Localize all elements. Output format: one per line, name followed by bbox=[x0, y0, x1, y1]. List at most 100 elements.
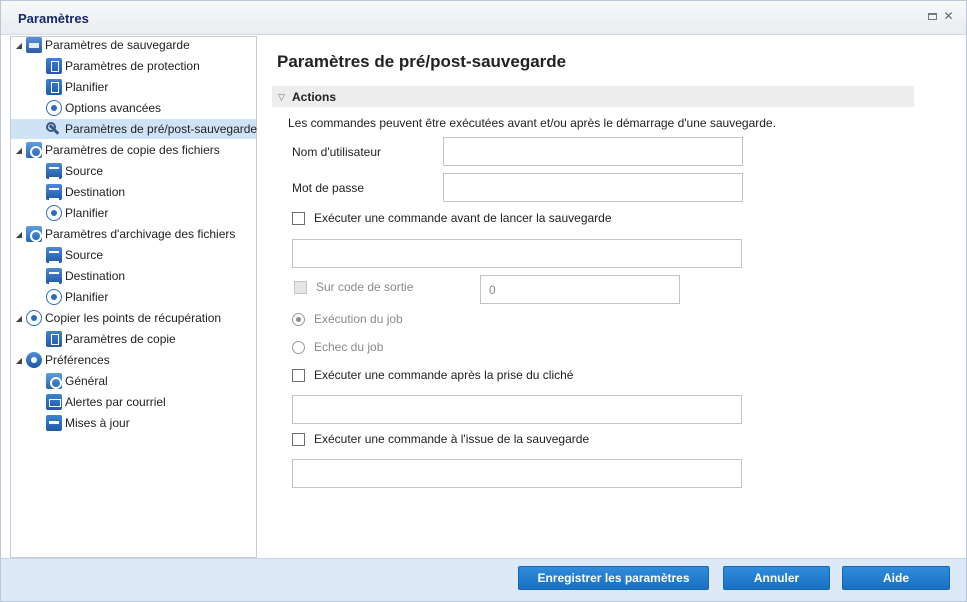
tree-node-label: Paramètres de sauvegarde bbox=[45, 38, 190, 52]
run-job-radio[interactable] bbox=[292, 312, 305, 326]
username-field[interactable] bbox=[443, 137, 743, 166]
run-job-label: Exécution du job bbox=[314, 312, 403, 326]
cancel-button[interactable]: Annuler bbox=[723, 566, 830, 590]
cmd-before-field[interactable] bbox=[292, 239, 742, 268]
expand-triangle-icon[interactable]: ◢ bbox=[14, 314, 24, 323]
file-archive-icon bbox=[26, 226, 42, 242]
tree-item-pre-post-backup[interactable]: Paramètres de pré/post-sauvegarde bbox=[11, 119, 258, 139]
expand-triangle-icon[interactable]: ◢ bbox=[14, 356, 24, 365]
exit-code-label: Sur code de sortie bbox=[316, 280, 414, 294]
cmd-after-backup-field[interactable] bbox=[292, 459, 742, 488]
file-copy-icon bbox=[26, 142, 42, 158]
tree-node-label: Préférences bbox=[45, 353, 110, 367]
schedule-icon bbox=[46, 205, 62, 221]
tree-item-label: Source bbox=[65, 164, 104, 178]
fail-job-option[interactable]: Echec du job bbox=[292, 340, 383, 354]
tree-item-general[interactable]: Général bbox=[46, 371, 108, 391]
tree-item-label: Source bbox=[65, 248, 104, 262]
preferences-icon bbox=[26, 352, 42, 368]
tree-item-label: Paramètres de pré/post-sauvegarde bbox=[65, 122, 258, 136]
cmd-after-snapshot-label: Exécuter une commande après la prise du … bbox=[314, 368, 574, 382]
tree-node-label: Copier les points de récupération bbox=[45, 311, 222, 325]
section-label: Actions bbox=[292, 89, 337, 104]
tree-item-destination[interactable]: Destination bbox=[46, 182, 125, 202]
username-label: Nom d'utilisateur bbox=[292, 145, 381, 159]
tree-item-label: Général bbox=[65, 374, 108, 388]
source-icon bbox=[46, 247, 62, 263]
destination-icon bbox=[46, 184, 62, 200]
settings-panel: Paramètres de pré/post-sauvegarde ▽ Acti… bbox=[258, 36, 958, 558]
tree-item-label: Planifier bbox=[65, 290, 109, 304]
schedule-icon bbox=[46, 79, 62, 95]
actions-section-header[interactable]: ▽ Actions bbox=[272, 86, 914, 107]
tree-item-label: Destination bbox=[65, 185, 126, 199]
exit-code-row[interactable]: Sur code de sortie bbox=[294, 280, 413, 294]
destination-icon bbox=[46, 268, 62, 284]
tree-item-label: Paramètres de protection bbox=[65, 59, 200, 73]
fail-job-label: Echec du job bbox=[314, 340, 384, 354]
cmd-after-snapshot-row[interactable]: Exécuter une commande après la prise du … bbox=[292, 368, 573, 382]
cmd-after-snapshot-checkbox[interactable] bbox=[292, 368, 305, 382]
general-icon bbox=[46, 373, 62, 389]
tree-node-file-archive[interactable]: ◢ Paramètres d'archivage des fichiers bbox=[14, 224, 235, 244]
cmd-before-label: Exécuter une commande avant de lancer la… bbox=[314, 211, 612, 225]
tree-node-backup-settings[interactable]: ◢ Paramètres de sauvegarde bbox=[14, 35, 190, 55]
wrench-icon bbox=[46, 121, 62, 137]
tree-item-source[interactable]: Source bbox=[46, 245, 103, 265]
page-title: Paramètres de pré/post-sauvegarde bbox=[277, 52, 567, 71]
tree-node-label: Paramètres de copie des fichiers bbox=[45, 143, 220, 157]
tree-item-label: Planifier bbox=[65, 206, 109, 220]
tree-node-label: Paramètres d'archivage des fichiers bbox=[45, 227, 236, 241]
cmd-after-backup-checkbox[interactable] bbox=[292, 432, 305, 446]
tree-item-source[interactable]: Source bbox=[46, 161, 103, 181]
cmd-before-checkbox[interactable] bbox=[292, 211, 305, 225]
save-settings-button[interactable]: Enregistrer les paramètres bbox=[518, 566, 709, 590]
expand-triangle-icon[interactable]: ◢ bbox=[14, 41, 24, 50]
tree-item-updates[interactable]: Mises à jour bbox=[46, 413, 130, 433]
password-label: Mot de passe bbox=[292, 181, 365, 195]
protection-doc-icon bbox=[46, 58, 62, 74]
settings-dialog: Paramètres ✕ ◢ Paramètres de sauvegarde … bbox=[0, 0, 967, 602]
restore-icon[interactable] bbox=[926, 10, 939, 23]
run-job-option[interactable]: Exécution du job bbox=[292, 312, 403, 326]
cmd-before-row[interactable]: Exécuter une commande avant de lancer la… bbox=[292, 211, 612, 225]
help-button[interactable]: Aide bbox=[842, 566, 950, 590]
tree-item-schedule[interactable]: Planifier bbox=[46, 77, 108, 97]
expand-triangle-icon[interactable]: ◢ bbox=[14, 230, 24, 239]
tree-node-copy-recovery-points[interactable]: ◢ Copier les points de récupération bbox=[14, 308, 221, 328]
tree-item-label: Options avancées bbox=[65, 101, 162, 115]
backup-settings-icon bbox=[26, 37, 42, 53]
settings-tree: ◢ Paramètres de sauvegarde Paramètres de… bbox=[10, 36, 257, 558]
email-alert-icon bbox=[46, 394, 62, 410]
tree-item-label: Destination bbox=[65, 269, 126, 283]
updates-icon bbox=[46, 415, 62, 431]
collapse-triangle-icon[interactable]: ▽ bbox=[278, 92, 286, 101]
tree-item-label: Mises à jour bbox=[65, 416, 130, 430]
tree-item-destination[interactable]: Destination bbox=[46, 266, 125, 286]
password-field[interactable] bbox=[443, 173, 743, 202]
fail-job-radio[interactable] bbox=[292, 340, 305, 354]
tree-item-copy-settings[interactable]: Paramètres de copie bbox=[46, 329, 176, 349]
tree-item-label: Planifier bbox=[65, 80, 109, 94]
tree-item-schedule[interactable]: Planifier bbox=[46, 203, 108, 223]
exit-code-checkbox[interactable] bbox=[294, 280, 307, 294]
dialog-title: Paramètres bbox=[18, 11, 89, 26]
section-description: Les commandes peuvent être exécutées ava… bbox=[288, 116, 776, 130]
tree-item-schedule[interactable]: Planifier bbox=[46, 287, 108, 307]
tree-item-email-alerts[interactable]: Alertes par courriel bbox=[46, 392, 166, 412]
source-icon bbox=[46, 163, 62, 179]
copy-settings-icon bbox=[46, 331, 62, 347]
expand-triangle-icon[interactable]: ◢ bbox=[14, 146, 24, 155]
schedule-icon bbox=[46, 289, 62, 305]
exit-code-field[interactable] bbox=[480, 275, 680, 304]
close-icon[interactable]: ✕ bbox=[942, 10, 955, 23]
advanced-options-icon bbox=[46, 100, 62, 116]
dialog-footer: Enregistrer les paramètres Annuler Aide bbox=[1, 558, 966, 601]
title-bar: Paramètres ✕ bbox=[1, 1, 966, 35]
tree-item-advanced-options[interactable]: Options avancées bbox=[46, 98, 161, 118]
tree-item-protection-settings[interactable]: Paramètres de protection bbox=[46, 56, 200, 76]
cmd-after-snapshot-field[interactable] bbox=[292, 395, 742, 424]
cmd-after-backup-row[interactable]: Exécuter une commande à l'issue de la sa… bbox=[292, 432, 589, 446]
tree-node-file-copy[interactable]: ◢ Paramètres de copie des fichiers bbox=[14, 140, 220, 160]
tree-node-preferences[interactable]: ◢ Préférences bbox=[14, 350, 110, 370]
